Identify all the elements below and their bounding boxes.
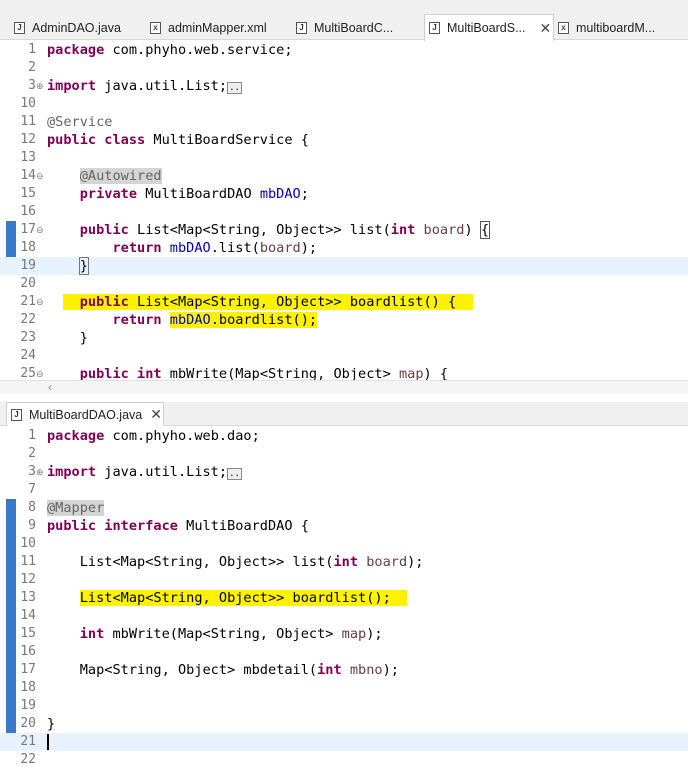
code-line: 8 @Mapper [28,500,105,516]
tab-multiboardservice[interactable]: J MultiBoardS... ✕ [424,14,554,41]
tab-label: adminMapper.xml [168,21,267,35]
service-editor[interactable]: 1 package com.phyho.web.service; 2 3 ⊕ i… [0,41,688,380]
code-line: 18 return mbDAO.list(board); [20,240,318,256]
code-line: 22 return mbDAO.boardlist(); [20,312,318,328]
xml-file-icon: x [558,22,569,34]
code-line: 24 [20,348,36,363]
code-line: 17 ⊖ public List<Map<String, Object>> li… [20,221,491,239]
code-line: 12 public class MultiBoardService { [20,132,309,148]
tab-multiboardmapper[interactable]: x multiboardM... [558,17,688,39]
bottom-editor-tab-bar: J MultiBoardDAO.java ✕ [0,402,688,426]
code-line: 15 int mbWrite(Map<String, Object> map); [20,626,383,642]
code-line: 17 Map<String, Object> mbdetail(int mbno… [20,662,399,678]
fold-expand-icon[interactable]: ⊕ [36,77,44,95]
code-line: 19 [20,698,36,713]
tab-label: MultiBoardDAO.java [29,407,143,422]
current-code-line: 19 } [0,257,688,275]
code-line: 18 [20,680,36,695]
code-line: 11 List<Map<String, Object>> list(int bo… [20,554,424,570]
fold-collapse-icon[interactable]: ⊖ [36,167,44,185]
code-line: 21 ⊖ public List<Map<String, Object>> bo… [20,293,473,311]
tab-multiboardcontroller[interactable]: J MultiBoardC... [296,17,414,39]
code-line: 13 List<Map<String, Object>> boardlist()… [20,590,408,606]
collapsed-imports-icon: .. [227,82,242,94]
code-line: 10 [20,536,36,551]
code-line: 3 ⊕ import java.util.List;.. [28,463,242,481]
code-line: 12 [20,572,36,587]
tab-admindao-java[interactable]: J AdminDAO.java [14,17,139,39]
code-line: 25 ⊖ public int mbWrite(Map<String, Obje… [0,365,688,380]
code-line: 22 [20,752,36,767]
code-line: 13 [20,150,36,165]
code-line: 9 public interface MultiBoardDAO { [28,518,309,534]
code-line: 14 ⊖ @Autowired [20,167,162,185]
tab-label: MultiBoardC... [314,21,394,35]
fold-expand-icon[interactable]: ⊕ [36,463,44,481]
java-file-icon: J [14,22,25,34]
code-line: 16 [20,204,36,219]
tab-adminmapper-xml[interactable]: x adminMapper.xml [150,17,285,39]
close-tab-icon[interactable]: ✕ [150,406,162,423]
java-file-icon: J [296,22,307,34]
code-line: 15 private MultiBoardDAO mbDAO; [20,186,309,202]
horizontal-scrollbar[interactable]: ‹ [0,380,688,394]
code-line: 16 [20,644,36,659]
top-editor-tab-bar: J AdminDAO.java x adminMapper.xml J Mult… [0,0,688,41]
code-line: 1 package com.phyho.web.dao; [28,428,260,444]
java-file-icon: J [429,22,440,34]
tab-label: AdminDAO.java [32,21,121,35]
xml-file-icon: x [150,22,161,34]
code-line: 20 } [20,716,56,732]
collapsed-imports-icon: .. [227,468,242,480]
text-caret [47,734,49,750]
java-file-icon: J [11,408,22,421]
fold-collapse-icon[interactable]: ⊖ [36,221,44,239]
fold-collapse-icon[interactable]: ⊖ [36,365,44,380]
code-line: 23 } [20,330,88,346]
tab-multiboarddao-java[interactable]: J MultiBoardDAO.java ✕ [6,402,164,426]
code-line: 1 package com.phyho.web.service; [28,42,293,58]
code-line: 10 [20,96,36,111]
fold-collapse-icon[interactable]: ⊖ [36,293,44,311]
tab-label: MultiBoardS... [447,21,526,35]
code-line: 14 [20,608,36,623]
scroll-left-icon[interactable]: ‹ [48,380,52,394]
code-line: 3 ⊕ import java.util.List;.. [28,77,242,95]
dao-editor[interactable]: 1 package com.phyho.web.dao; 2 3 ⊕ impor… [0,427,688,767]
code-line: 2 [28,446,36,461]
code-line: 7 [28,482,36,497]
close-tab-icon[interactable]: ✕ [540,20,552,37]
current-code-line: 21 [0,733,688,751]
code-line: 2 [28,60,36,75]
code-line: 11 @Service [20,114,113,130]
code-line: 20 [20,276,36,291]
tab-label: multiboardM... [576,21,656,35]
